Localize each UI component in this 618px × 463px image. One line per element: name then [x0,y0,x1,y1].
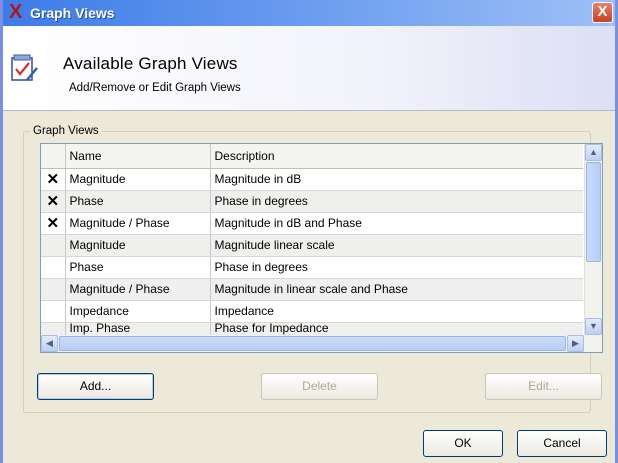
row-description[interactable]: Phase in degrees [210,190,583,213]
row-description[interactable]: Magnitude in dB and Phase [210,212,583,235]
selected-mark-icon[interactable]: ✕ [41,168,66,191]
checklist-icon [11,54,38,81]
header-title: Available Graph Views [63,54,238,73]
horizontal-scrollbar[interactable]: ◀ ▶ [41,335,602,352]
header-subtitle: Add/Remove or Edit Graph Views [69,82,241,94]
table-row[interactable]: Magnitude Magnitude linear scale [41,234,583,257]
row-name[interactable]: Magnitude [65,234,211,257]
selected-mark-icon[interactable] [41,234,66,257]
table-header-row: Name Description [41,144,583,169]
selected-mark-icon[interactable] [41,322,66,337]
row-name[interactable]: Phase [65,190,211,213]
row-name[interactable]: Magnitude / Phase [65,278,211,301]
horizontal-scroll-thumb[interactable] [59,336,566,351]
row-description[interactable]: Phase for Impedance [210,322,583,337]
column-header-description[interactable]: Description [210,144,583,169]
cancel-button[interactable]: Cancel [517,430,607,457]
row-description[interactable]: Magnitude in linear scale and Phase [210,278,583,301]
scroll-right-icon[interactable]: ▶ [567,335,584,352]
table-row[interactable]: ✕ Magnitude Magnitude in dB [41,168,583,191]
edit-button[interactable]: Edit... [485,373,602,400]
graph-views-table: Name Description ✕ Magnitude Magnitude i… [40,143,603,353]
column-header-select[interactable] [41,144,66,169]
table-body: Name Description ✕ Magnitude Magnitude i… [41,144,583,337]
window-title: Graph Views [30,5,115,21]
title-bar[interactable]: X Graph Views X [3,0,615,26]
row-description[interactable]: Magnitude in dB [210,168,583,191]
selected-mark-icon[interactable] [41,300,66,323]
vertical-scroll-thumb[interactable] [586,162,601,262]
dialog-header: Available Graph Views Add/Remove or Edit… [3,26,615,111]
selected-mark-icon[interactable] [41,256,66,279]
table-row[interactable]: ✕ Magnitude / Phase Magnitude in dB and … [41,212,583,235]
table-row[interactable]: Phase Phase in degrees [41,256,583,279]
selected-mark-icon[interactable] [41,278,66,301]
selected-mark-icon[interactable]: ✕ [41,190,66,213]
row-name[interactable]: Impedance [65,300,211,323]
add-button[interactable]: Add... [37,373,154,400]
row-description[interactable]: Magnitude linear scale [210,234,583,257]
table-row[interactable]: Impedance Impedance [41,300,583,323]
column-header-name[interactable]: Name [65,144,211,169]
scroll-down-icon[interactable]: ▼ [585,318,602,335]
row-description[interactable]: Phase in degrees [210,256,583,279]
row-description[interactable]: Impedance [210,300,583,323]
table-row[interactable]: ✕ Phase Phase in degrees [41,190,583,213]
app-icon: X [9,1,23,23]
vertical-scrollbar[interactable]: ▲ ▼ [584,144,602,335]
scroll-up-icon[interactable]: ▲ [585,144,602,161]
row-name[interactable]: Magnitude / Phase [65,212,211,235]
graph-views-dialog: X Graph Views X Available Graph Views Ad… [0,0,618,463]
row-name[interactable]: Phase [65,256,211,279]
group-label: Graph Views [33,125,99,137]
row-name[interactable]: Imp. Phase [65,322,211,337]
scroll-left-icon[interactable]: ◀ [41,335,58,352]
close-button[interactable]: X [592,2,613,23]
table-row[interactable]: Imp. Phase Phase for Impedance [41,322,583,337]
selected-mark-icon[interactable]: ✕ [41,212,66,235]
delete-button[interactable]: Delete [261,373,378,400]
row-name[interactable]: Magnitude [65,168,211,191]
table-row[interactable]: Magnitude / Phase Magnitude in linear sc… [41,278,583,301]
ok-button[interactable]: OK [423,430,503,457]
